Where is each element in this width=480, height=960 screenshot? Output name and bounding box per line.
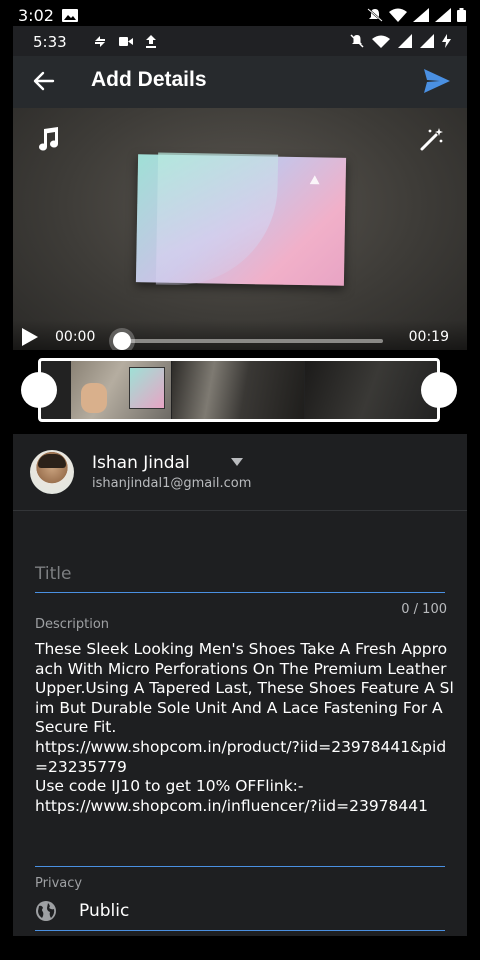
outer-status-icons [367, 8, 466, 22]
filmstrip-thumbnail [305, 361, 437, 419]
details-form: Ishan Jindal ishanjindal1@gmail.com Titl… [13, 434, 467, 936]
video-subject-card [135, 152, 347, 287]
magic-wand-icon[interactable] [419, 126, 445, 152]
avatar [30, 450, 74, 494]
battery-icon [457, 8, 466, 22]
outer-status-time: 3:02 [18, 6, 54, 25]
description-underline [35, 866, 445, 867]
thumbnail-card [129, 367, 165, 409]
mute-bell-icon [367, 8, 383, 22]
account-selector[interactable]: Ishan Jindal ishanjindal1@gmail.com [13, 434, 467, 511]
trim-selection-frame[interactable] [38, 358, 440, 422]
inner-status-bar: 5:33 [13, 26, 467, 56]
trim-handle-end[interactable] [421, 372, 457, 408]
signal-2-icon [435, 8, 451, 22]
title-input[interactable]: Title [35, 562, 445, 593]
thumbnail-hand [81, 383, 107, 413]
sync-icon [95, 36, 105, 47]
card-fold [155, 152, 279, 287]
inner-mute-bell-icon [350, 34, 364, 48]
play-icon[interactable] [21, 328, 39, 346]
current-time: 00:00 [55, 329, 96, 345]
inner-signal-2-icon [420, 34, 434, 48]
send-icon[interactable] [423, 68, 451, 94]
description-input[interactable]: These Sleek Looking Men's Shoes Take A F… [35, 640, 455, 816]
upload-icon [146, 35, 156, 48]
video-player[interactable]: 00:00 00:19 [13, 108, 467, 350]
trim-filmstrip [13, 350, 467, 434]
page-title: Add Details [91, 68, 207, 91]
inner-signal-icon [398, 34, 412, 48]
back-arrow-icon[interactable] [31, 68, 57, 94]
outer-status-bar: 3:02 [0, 0, 480, 26]
total-time: 00:19 [408, 329, 449, 345]
music-note-icon[interactable] [35, 126, 61, 152]
inner-status-right-icons [350, 34, 451, 48]
privacy-label: Privacy [35, 876, 83, 891]
title-char-counter: 0 / 100 [401, 602, 447, 617]
signal-icon [413, 8, 429, 22]
title-placeholder: Title [35, 564, 72, 584]
filmstrip-thumbnail [172, 361, 304, 419]
video-camera-icon [119, 37, 133, 46]
privacy-selector[interactable]: Public [79, 901, 129, 921]
description-label: Description [35, 617, 110, 632]
globe-icon [36, 901, 56, 921]
account-name: Ishan Jindal [92, 453, 190, 473]
inner-status-time: 5:33 [33, 33, 67, 51]
privacy-underline [35, 930, 445, 931]
inner-status-left-icons [93, 35, 157, 48]
account-email: ishanjindal1@gmail.com [92, 476, 252, 491]
charging-icon [442, 34, 451, 48]
seek-bar[interactable] [121, 339, 383, 343]
chevron-down-icon[interactable] [231, 458, 243, 466]
app-bar: Add Details [13, 56, 467, 108]
app-screen: 5:33 Add Details 00:00 00:19 Ishan Jinda… [13, 26, 467, 936]
seek-thumb[interactable] [113, 332, 131, 350]
image-notification-icon [62, 9, 78, 22]
wifi-icon [389, 8, 407, 22]
trim-handle-start[interactable] [21, 372, 57, 408]
inner-wifi-icon [372, 35, 390, 48]
video-controls: 00:00 00:19 [13, 320, 467, 350]
card-logo-icon [309, 175, 320, 185]
avatar-hair [38, 454, 66, 468]
filmstrip-thumbnail [71, 361, 171, 419]
